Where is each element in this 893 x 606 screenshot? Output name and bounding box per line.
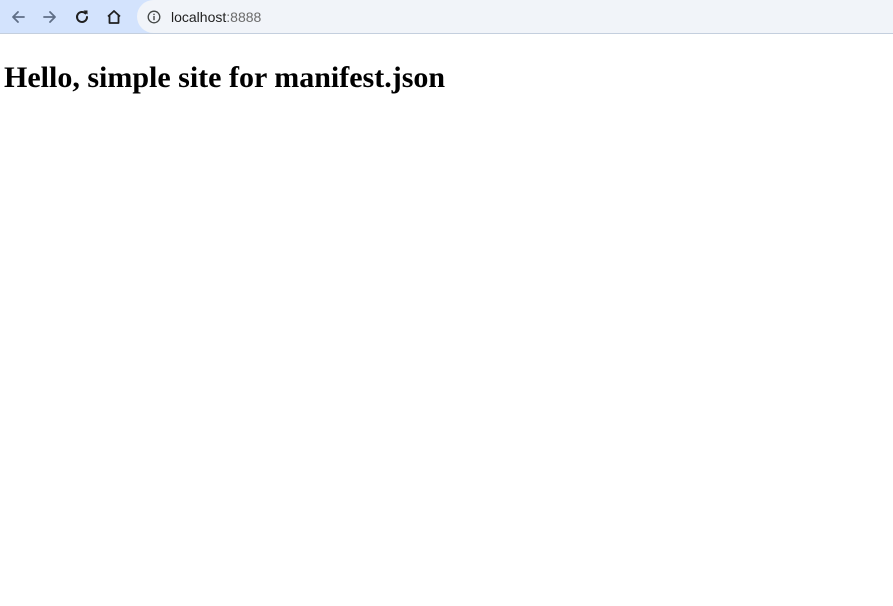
arrow-left-icon [12,11,25,23]
reload-icon [76,10,88,23]
home-button[interactable] [100,3,128,31]
forward-button[interactable] [36,3,64,31]
address-bar[interactable]: localhost:8888 [137,0,893,33]
info-icon [147,10,161,23]
back-button[interactable] [4,3,32,31]
home-icon [107,10,121,24]
browser-toolbar: localhost:8888 [0,0,893,34]
url-text[interactable]: localhost:8888 [171,9,261,25]
site-info-button[interactable] [145,8,163,26]
url-host: localhost [171,8,227,25]
page-heading: Hello, simple site for manifest.json [4,61,446,94]
arrow-right-icon [43,11,56,23]
reload-button[interactable] [68,3,96,31]
url-port: :8888 [226,8,262,25]
page-content: Hello, simple site for manifest.json [0,34,893,606]
